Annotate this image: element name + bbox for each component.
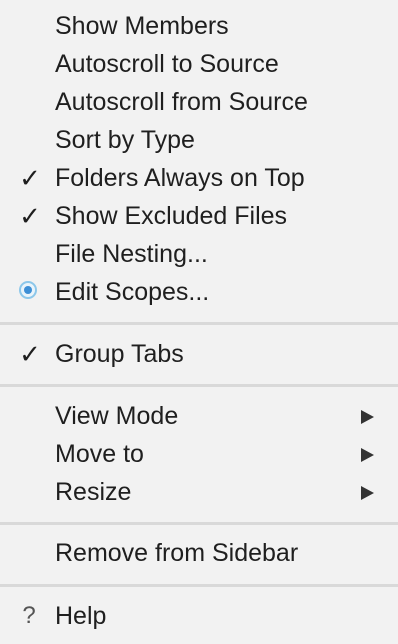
- menu-item-label: File Nesting...: [55, 240, 208, 268]
- menu-item-edit-scopes[interactable]: Edit Scopes...: [0, 273, 398, 311]
- menu-item-label: Group Tabs: [55, 340, 184, 368]
- menu-item-remove-from-sidebar[interactable]: Remove from Sidebar: [0, 534, 398, 572]
- menu-item-label: Move to: [55, 440, 144, 468]
- menu-item-show-members[interactable]: Show Members: [0, 7, 398, 45]
- submenu-arrow-icon: [361, 486, 374, 500]
- menu-item-folders-always-on-top[interactable]: ✓ Folders Always on Top: [0, 159, 398, 197]
- menu-item-label: Show Members: [55, 12, 229, 40]
- checkmark-icon: ✓: [19, 163, 41, 193]
- menu-item-label: Folders Always on Top: [55, 164, 305, 192]
- menu-separator: [0, 322, 398, 325]
- menu-item-help[interactable]: ? Help: [0, 597, 398, 635]
- menu-item-file-nesting[interactable]: File Nesting...: [0, 235, 398, 273]
- menu-separator: [0, 584, 398, 587]
- menu-item-label: Edit Scopes...: [55, 278, 210, 306]
- menu-item-group-tabs[interactable]: ✓ Group Tabs: [0, 335, 398, 373]
- menu-item-show-excluded-files[interactable]: ✓ Show Excluded Files: [0, 197, 398, 235]
- submenu-arrow-icon: [361, 448, 374, 462]
- menu-item-move-to[interactable]: Move to: [0, 435, 398, 473]
- menu-item-label: Show Excluded Files: [55, 202, 288, 230]
- view-options-menu: Show Members Autoscroll to Source Autosc…: [0, 0, 398, 644]
- scopes-radio-icon: [19, 281, 37, 299]
- menu-item-label: Sort by Type: [55, 126, 195, 154]
- menu-item-label: Autoscroll from Source: [55, 88, 308, 116]
- menu-item-autoscroll-from-source[interactable]: Autoscroll from Source: [0, 83, 398, 121]
- checkmark-icon: ✓: [19, 201, 41, 231]
- menu-item-resize[interactable]: Resize: [0, 473, 398, 511]
- submenu-arrow-icon: [361, 410, 374, 424]
- menu-item-sort-by-type[interactable]: Sort by Type: [0, 121, 398, 159]
- menu-separator: [0, 384, 398, 387]
- menu-item-autoscroll-to-source[interactable]: Autoscroll to Source: [0, 45, 398, 83]
- menu-item-label: Remove from Sidebar: [55, 539, 299, 567]
- question-icon: ?: [22, 602, 36, 629]
- menu-item-view-mode[interactable]: View Mode: [0, 397, 398, 435]
- menu-separator: [0, 522, 398, 525]
- menu-item-label: View Mode: [55, 402, 179, 430]
- menu-item-label: Autoscroll to Source: [55, 50, 279, 78]
- menu-item-label: Resize: [55, 478, 132, 506]
- menu-item-label: Help: [55, 602, 107, 630]
- checkmark-icon: ✓: [19, 339, 41, 369]
